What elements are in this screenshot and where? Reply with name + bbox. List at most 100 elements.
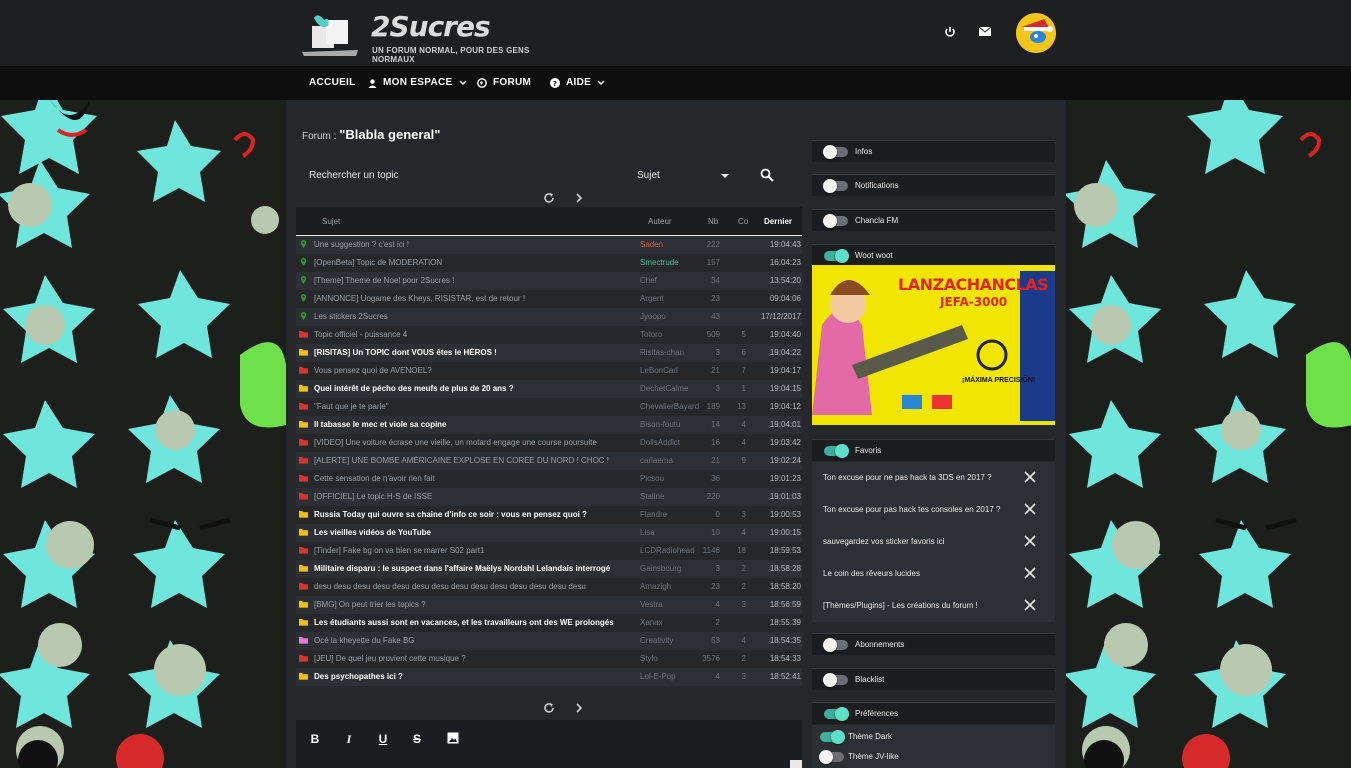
topic-author[interactable]: Xanax <box>640 618 700 627</box>
table-row[interactable]: [ANNONCE] Uogame des Kheys, RISISTAR, es… <box>296 290 802 308</box>
topic-author[interactable]: DechetCalme <box>640 384 700 393</box>
favorite-item[interactable]: Ton excuse pour ne pas hack ta 3DS en 20… <box>812 462 1055 494</box>
toggle-theme-dark[interactable] <box>820 730 845 744</box>
close-icon[interactable] <box>1024 599 1036 611</box>
table-row[interactable]: [OFFICIEL] Le topic H-S de ISSE Staline 22… <box>296 488 802 506</box>
topic-title[interactable]: [OFFICIEL] Le topic H-S de ISSE <box>314 492 636 501</box>
favorite-item[interactable]: Le coin des rêveurs lucides <box>812 558 1055 590</box>
table-row[interactable]: Les stickers 2Sucres Jyoopo 43 17/12/2017 <box>296 308 802 326</box>
search-field-select[interactable]: Sujet <box>637 170 733 184</box>
favorite-item[interactable]: [Thèmes/Plugins] - Les créations du foru… <box>812 590 1055 622</box>
table-row[interactable]: Il tabasse le mec et viole sa copine Biso… <box>296 416 802 434</box>
topic-author[interactable]: Lisa <box>640 528 700 537</box>
close-icon[interactable] <box>1024 567 1036 579</box>
refresh-icon[interactable] <box>543 702 555 714</box>
toggle-blacklist[interactable] <box>823 673 848 687</box>
topic-author[interactable]: Chef <box>640 276 700 285</box>
table-row[interactable]: [JEU] De quel jeu provient cette musique… <box>296 650 802 668</box>
topic-title[interactable]: "Faut que je te parle" <box>314 402 636 411</box>
topic-title[interactable]: Russia Today qui ouvre sa chaine d'info … <box>314 510 636 519</box>
search-topic-input[interactable]: Rechercher un topic <box>309 170 399 181</box>
mail-icon[interactable] <box>975 22 995 42</box>
topic-title[interactable]: [Theme] Theme de Noel pour 2Sucres ! <box>314 276 636 285</box>
image-button[interactable] <box>446 732 460 746</box>
table-row[interactable]: Des psychopathes ici ? Lol-E-Pop 4 3 18:52:4… <box>296 668 802 686</box>
topic-author[interactable]: Staline <box>640 492 700 501</box>
topic-author[interactable]: Saden <box>640 240 700 249</box>
topic-title[interactable]: [VIDEO] Une voiture écrase une vieille, … <box>314 438 636 447</box>
close-icon[interactable] <box>1024 471 1036 483</box>
table-row[interactable]: Vous pensez quoi de AVENOEL? LeBonCarl 21 7… <box>296 362 802 380</box>
topic-author[interactable]: Flandre <box>640 510 700 519</box>
chevron-right-icon[interactable] <box>575 703 583 713</box>
table-row[interactable]: "Faut que je te parle" ChevalierBayard 189… <box>296 398 802 416</box>
col-subject[interactable]: Sujet <box>322 217 340 226</box>
table-row[interactable]: [Theme] Theme de Noel pour 2Sucres ! Chef… <box>296 272 802 290</box>
topic-author[interactable]: ChevalierBayard <box>640 402 700 411</box>
power-icon[interactable] <box>940 22 960 42</box>
nav-aide[interactable]: ? AIDE <box>550 66 605 100</box>
topic-author[interactable]: Stylo <box>640 654 700 663</box>
topic-author[interactable]: Picsou <box>640 474 700 483</box>
topic-title[interactable]: Des psychopathes ici ? <box>314 672 636 681</box>
search-icon[interactable] <box>760 168 776 184</box>
topic-title[interactable]: [ANNONCE] Uogame des Kheys, RISISTAR, es… <box>314 294 636 303</box>
topic-title[interactable]: desu desu desu desu desu desu desu desu … <box>314 582 636 591</box>
toggle-favoris[interactable] <box>824 444 849 458</box>
toggle-preferences[interactable] <box>824 707 849 721</box>
table-row[interactable]: [ALERTE] UNE BOMBE AMÉRICAINE EXPLOSE EN… <box>296 452 802 470</box>
toggle-abonnements[interactable] <box>823 638 848 652</box>
nav-accueil[interactable]: ACCUEIL <box>309 66 356 100</box>
close-icon[interactable] <box>1024 503 1036 515</box>
table-row[interactable]: Quel intérêt de pécho des meufs de plus … <box>296 380 802 398</box>
woot-woot-image[interactable]: LANZACHANCLAS JEFA-3000 ¡MÁXIMA PRECISIÓ… <box>812 265 1055 425</box>
topic-author[interactable]: Risitas-chan <box>640 348 700 357</box>
close-icon[interactable] <box>1024 535 1036 547</box>
topic-title[interactable]: [BMG] On peut trier les topics ? <box>314 600 636 609</box>
user-avatar[interactable] <box>1016 13 1056 53</box>
bold-button[interactable]: B <box>308 732 322 746</box>
topic-author[interactable]: Argent <box>640 294 700 303</box>
toggle-chancla-fm[interactable] <box>823 214 848 228</box>
topic-title[interactable]: Les vieilles vidéos de YouTube <box>314 528 636 537</box>
topic-title[interactable]: Cette sensation de n'avoir rien fait <box>314 474 636 483</box>
table-row[interactable]: Cette sensation de n'avoir rien fait Pics… <box>296 470 802 488</box>
topic-author[interactable]: Vestra <box>640 600 700 609</box>
topic-title[interactable]: Militaire disparu : le suspect dans l'af… <box>314 564 636 573</box>
chevron-right-icon[interactable] <box>575 193 583 203</box>
table-row[interactable]: Topic officiel - puissance 4 Totoro 509 5 19… <box>296 326 802 344</box>
table-row[interactable]: Russia Today qui ouvre sa chaine d'info … <box>296 506 802 524</box>
table-row[interactable]: [BMG] On peut trier les topics ? Vestra 4 3… <box>296 596 802 614</box>
table-row[interactable]: desu desu desu desu desu desu desu desu … <box>296 578 802 596</box>
topic-title[interactable]: [RISITAS] Un TOPIC dont VOUS êtes le HÉR… <box>314 348 636 357</box>
topic-author[interactable]: DollsAddict <box>640 438 700 447</box>
table-row[interactable]: Océ la kheyette du Fake BG Creativity 53 4 1… <box>296 632 802 650</box>
topic-title[interactable]: Les étudiants aussi sont en vacances, et… <box>314 618 636 627</box>
editor-scrollbar[interactable] <box>790 760 802 768</box>
toggle-notifications[interactable] <box>823 179 848 193</box>
topic-author[interactable]: LCDRadiohead <box>640 546 700 555</box>
topic-title[interactable]: Il tabasse le mec et viole sa copine <box>314 420 636 429</box>
topic-author[interactable]: LeBonCarl <box>640 366 700 375</box>
italic-button[interactable]: I <box>342 732 356 746</box>
topic-title[interactable]: [JEU] De quel jeu provient cette musique… <box>314 654 636 663</box>
topic-title[interactable]: [Tinder] Fake bg on va bien se marrer S0… <box>314 546 636 555</box>
topic-author[interactable]: Creativity <box>640 636 700 645</box>
topic-author[interactable]: Gainsbourg <box>640 564 700 573</box>
table-row[interactable]: [VIDEO] Une voiture écrase une vieille, … <box>296 434 802 452</box>
col-author[interactable]: Auteur <box>648 217 672 226</box>
table-row[interactable]: Une suggestion ? c'est ici ! Saden 222 19:0… <box>296 236 802 254</box>
topic-title[interactable]: Une suggestion ? c'est ici ! <box>314 240 636 249</box>
table-row[interactable]: [RISITAS] Un TOPIC dont VOUS êtes le HÉR… <box>296 344 802 362</box>
nav-mon-espace[interactable]: MON ESPACE <box>368 66 467 100</box>
topic-title[interactable]: [ALERTE] UNE BOMBE AMÉRICAINE EXPLOSE EN… <box>314 456 636 465</box>
topic-title[interactable]: Quel intérêt de pécho des meufs de plus … <box>314 384 636 393</box>
underline-button[interactable]: U <box>376 732 390 746</box>
toggle-woot-woot[interactable] <box>824 249 849 263</box>
topic-title[interactable]: [OpenBeta] Topic de MODERATION <box>314 258 636 267</box>
topic-title[interactable]: Les stickers 2Sucres <box>314 312 636 321</box>
topic-title[interactable]: Vous pensez quoi de AVENOEL? <box>314 366 636 375</box>
table-row[interactable]: Militaire disparu : le suspect dans l'af… <box>296 560 802 578</box>
table-row[interactable]: [Tinder] Fake bg on va bien se marrer S0… <box>296 542 802 560</box>
refresh-icon[interactable] <box>543 192 555 204</box>
